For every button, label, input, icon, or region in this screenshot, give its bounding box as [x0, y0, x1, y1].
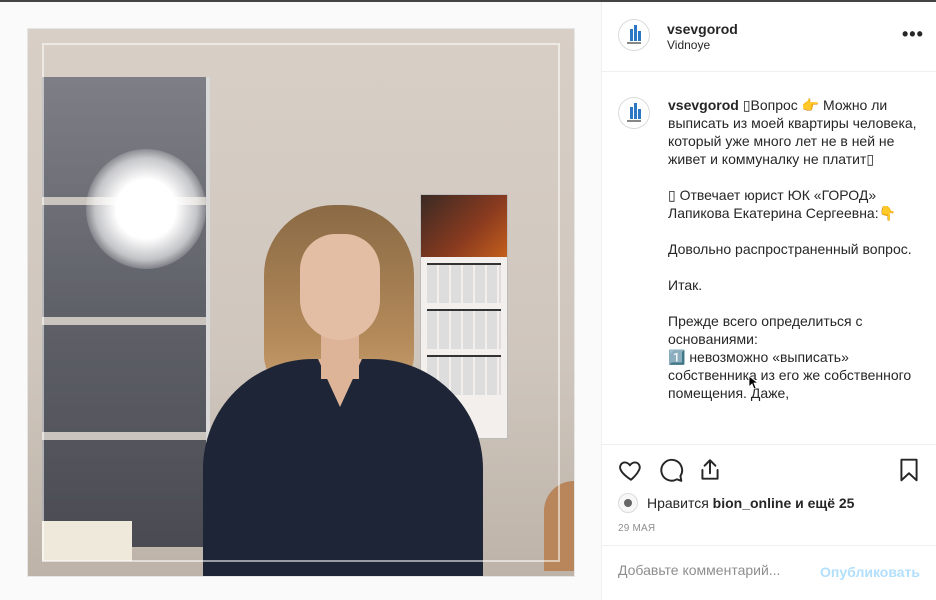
share-icon[interactable] — [697, 457, 723, 483]
mouse-cursor-icon — [749, 376, 759, 390]
author-username[interactable]: vsevgorod — [667, 21, 738, 37]
logo-bar — [630, 107, 633, 119]
likes-summary: Нравится bion_online и ещё 25 — [618, 493, 854, 513]
logo-bar — [638, 31, 641, 41]
post-location[interactable]: Vidnoye — [667, 38, 710, 52]
comment-box: Опубликовать — [602, 545, 936, 600]
bookmark-icon[interactable] — [896, 457, 922, 483]
post-sidebar: vsevgorod Vidnoye ••• vsevgorod ▯Вопрос 👉… — [601, 2, 936, 600]
likes-user[interactable]: bion_online — [713, 495, 792, 511]
photo-frame-overlay — [42, 43, 560, 562]
caption-scroll-area[interactable]: vsevgorod ▯Вопрос 👉 Можно ли выписать из … — [602, 72, 936, 444]
likes-suffix[interactable]: и ещё 25 — [791, 495, 854, 511]
caption-username[interactable]: vsevgorod — [668, 97, 739, 113]
post-media-panel — [0, 2, 601, 600]
logo-base — [627, 120, 641, 122]
publish-button[interactable]: Опубликовать — [820, 564, 920, 580]
post-date[interactable]: 29 мая — [618, 523, 655, 534]
comment-input[interactable] — [618, 562, 818, 578]
caption-author-avatar[interactable] — [618, 97, 650, 129]
liker-avatar[interactable] — [618, 493, 638, 513]
post-header: vsevgorod Vidnoye ••• — [602, 2, 936, 72]
logo-bar — [634, 25, 637, 41]
logo-bar — [634, 103, 637, 119]
post-photo[interactable] — [27, 28, 575, 577]
caption-text: ▯Вопрос 👉 Можно ли выписать из моей квар… — [668, 97, 917, 401]
logo-bar — [638, 109, 641, 119]
post-caption: vsevgorod ▯Вопрос 👉 Можно ли выписать из … — [668, 96, 918, 402]
logo-base — [627, 42, 641, 44]
logo-bar — [630, 29, 633, 41]
comment-icon[interactable] — [658, 457, 684, 483]
author-avatar[interactable] — [618, 19, 650, 51]
heart-icon[interactable] — [618, 457, 644, 483]
more-options-icon[interactable]: ••• — [902, 25, 923, 43]
likes-prefix: Нравится — [647, 495, 713, 511]
likes-text[interactable]: Нравится bion_online и ещё 25 — [647, 495, 854, 511]
